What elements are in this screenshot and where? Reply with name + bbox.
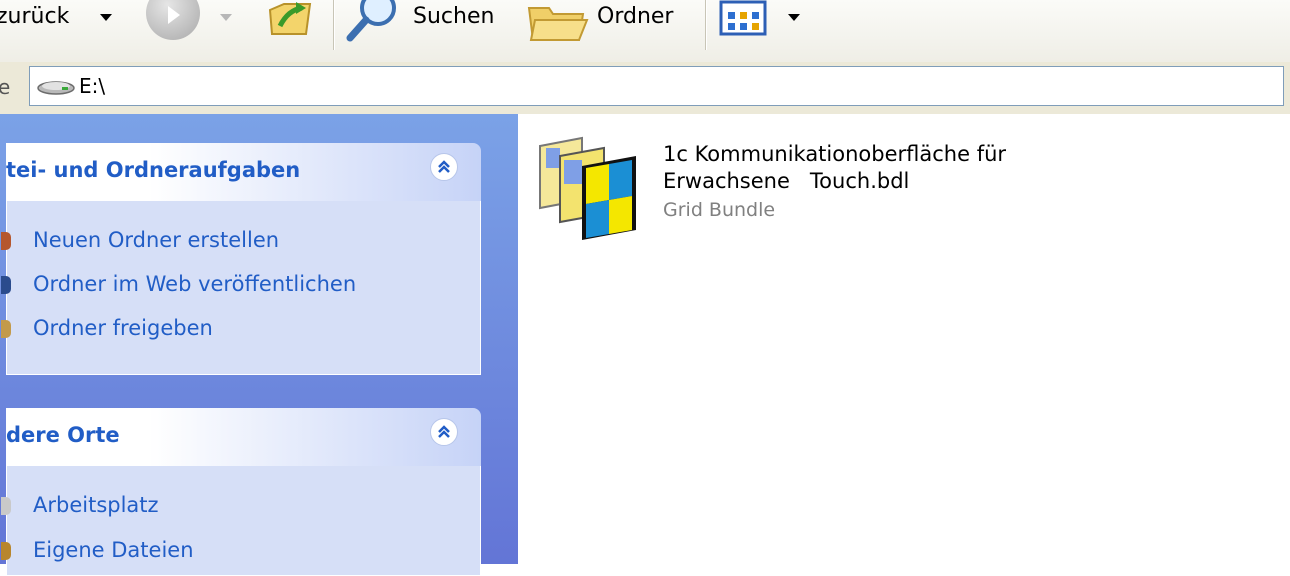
search-button-label[interactable]: Suchen xyxy=(413,6,494,28)
search-icon[interactable] xyxy=(344,0,404,48)
toolbar-separator xyxy=(333,0,335,50)
place-label: Arbeitsplatz xyxy=(33,493,159,517)
forward-dropdown-icon[interactable] xyxy=(220,14,232,21)
drive-icon xyxy=(37,81,75,95)
file-item[interactable]: 1c Kommunikationoberfläche für Erwachsen… xyxy=(538,126,1058,256)
folders-button-label[interactable]: Ordner xyxy=(597,6,673,28)
chevron-up-icon xyxy=(438,425,450,438)
collapse-chevron-icon[interactable] xyxy=(430,418,458,446)
views-dropdown-icon[interactable] xyxy=(788,14,800,21)
panel-title: dere Orte xyxy=(6,423,120,447)
views-icon[interactable] xyxy=(719,0,769,38)
folders-icon[interactable] xyxy=(527,0,589,42)
other-places-header[interactable]: dere Orte xyxy=(6,408,481,466)
task-new-folder[interactable]: Neuen Ordner erstellen xyxy=(1,225,477,255)
address-caption: e xyxy=(0,75,11,99)
collapse-chevron-icon[interactable] xyxy=(430,153,458,181)
task-label: Ordner freigeben xyxy=(33,316,213,340)
up-folder-icon[interactable] xyxy=(266,0,314,40)
new-folder-icon xyxy=(1,232,11,250)
file-name-line2: Erwachsene Touch.bdl xyxy=(663,169,910,193)
back-button-label[interactable]: zurück xyxy=(0,6,69,28)
my-documents-icon xyxy=(1,542,11,560)
panel-title: tei- und Ordneraufgaben xyxy=(6,158,301,182)
place-label: Eigene Dateien xyxy=(33,538,194,562)
file-list-area: 1c Kommunikationoberfläche für Erwachsen… xyxy=(518,114,1290,564)
place-my-computer[interactable]: Arbeitsplatz xyxy=(1,490,477,520)
file-name: 1c Kommunikationoberfläche für xyxy=(663,142,1007,166)
file-folder-tasks-body: Neuen Ordner erstellen Ordner im Web ver… xyxy=(1,201,481,375)
toolbar-separator xyxy=(705,0,707,50)
address-bar: e E:\ xyxy=(0,62,1290,114)
other-places-panel: dere Orte Arbeitsplatz Eigene Dateien xyxy=(1,408,481,576)
toolbar: zurück Suchen Ordner xyxy=(0,0,1290,63)
my-computer-icon xyxy=(1,497,11,515)
other-places-body: Arbeitsplatz Eigene Dateien xyxy=(1,466,481,576)
address-input[interactable]: E:\ xyxy=(29,66,1284,106)
task-label: Neuen Ordner erstellen xyxy=(33,228,280,252)
file-folder-tasks-header[interactable]: tei- und Ordneraufgaben xyxy=(6,143,481,201)
task-pane: tei- und Ordneraufgaben Neuen Ordner ers… xyxy=(0,114,518,576)
task-publish-web[interactable]: Ordner im Web veröffentlichen xyxy=(1,269,477,299)
chevron-up-icon xyxy=(438,160,450,173)
task-label: Ordner im Web veröffentlichen xyxy=(33,272,357,296)
share-icon xyxy=(1,320,11,338)
task-share-folder[interactable]: Ordner freigeben xyxy=(1,313,477,343)
file-folder-tasks-panel: tei- und Ordneraufgaben Neuen Ordner ers… xyxy=(1,143,481,375)
address-value[interactable]: E:\ xyxy=(79,76,105,96)
place-my-documents[interactable]: Eigene Dateien xyxy=(1,535,477,565)
grid-bundle-icon xyxy=(539,136,636,240)
back-dropdown-icon[interactable] xyxy=(100,14,112,21)
file-type: Grid Bundle xyxy=(663,199,776,221)
forward-icon[interactable] xyxy=(146,0,200,40)
web-publish-icon xyxy=(1,276,11,294)
